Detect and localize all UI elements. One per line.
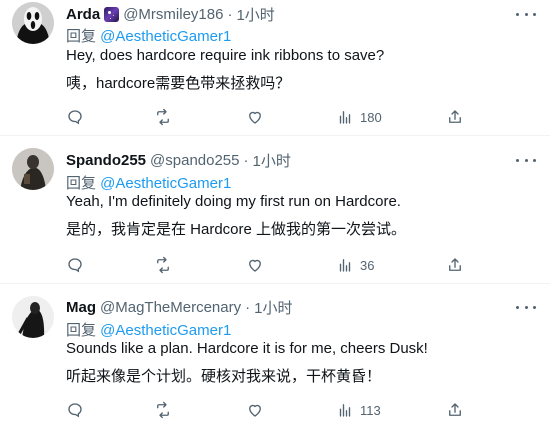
author-handle[interactable]: @Mrsmiley186 [123,6,223,23]
author-handle[interactable]: @spando255 [150,152,239,169]
views-button[interactable]: 180 [336,107,382,127]
tweet-text-en: Sounds like a plan. Hardcore it is for m… [66,340,428,357]
author-name[interactable]: Spando255 [66,152,146,169]
emoji-badge-icon [104,7,120,22]
heart-icon [249,111,261,124]
reply-mention-link[interactable]: @AestheticGamer1 [100,175,231,192]
retweet-icon [157,256,169,274]
views-count: 36 [360,257,375,273]
heart-icon [249,259,261,272]
tweet-text-zh: 是的，我肯定是在 Hardcore 上做我的第一次尝试。 [66,221,407,238]
reply-button[interactable] [66,255,84,275]
reply-prefix: 回复 [66,175,101,192]
action-bar: 36 [66,255,466,275]
retweet-icon [157,401,169,419]
reply-context: 回复 @AestheticGamer1 [66,25,231,46]
action-bar: 180 [66,107,466,127]
share-icon [449,403,461,416]
timestamp[interactable]: 1小时 [254,297,292,318]
ghostface-avatar-image [12,2,54,44]
retweet-button[interactable] [154,255,172,275]
heart-icon [249,404,261,417]
share-button[interactable] [446,255,464,275]
more-icon[interactable] [516,6,536,22]
retweet-button[interactable] [154,107,172,127]
more-icon[interactable] [516,152,536,168]
share-button[interactable] [446,400,464,420]
avatar[interactable] [12,2,54,44]
tweet-text-en: Hey, does hardcore require ink ribbons t… [66,47,385,64]
separator: · [243,152,249,169]
share-icon [449,258,461,271]
timestamp[interactable]: 1小时 [253,150,291,171]
share-button[interactable] [446,107,464,127]
separator: · [227,6,233,23]
reply-mention-link[interactable]: @AestheticGamer1 [100,322,231,339]
views-chart-icon [339,404,351,417]
reply-feed: Arda @Mrsmiley186 · 1小时 回复 @AestheticGam… [0,0,550,423]
author-handle[interactable]: @MagTheMercenary [100,299,241,316]
reply-button[interactable] [66,400,84,420]
tweet-text-zh: 听起来像是个计划。硬核对我来说，干杯黄昏！ [66,368,382,385]
tweet-spando255[interactable]: Spando255 @spando255 · 1小时 回复 @Aesthetic… [0,136,550,284]
avatar[interactable] [12,148,54,190]
like-button[interactable] [246,255,264,275]
comment-icon [68,403,82,418]
reply-context: 回复 @AestheticGamer1 [66,172,231,193]
tweet-text-zh: 咦，hardcore需要色带来拯救吗？ [66,75,291,92]
action-bar: 113 [66,400,466,420]
comment-icon [68,110,82,125]
views-button[interactable]: 113 [336,400,381,420]
reply-prefix: 回复 [66,322,101,339]
views-count: 113 [360,402,381,418]
views-button[interactable]: 36 [336,255,374,275]
more-icon[interactable] [516,299,536,315]
views-count: 180 [360,109,382,125]
separator: · [245,299,251,316]
avatar[interactable] [12,296,54,338]
like-button[interactable] [246,400,264,420]
views-chart-icon [339,111,351,124]
share-icon [449,110,461,123]
reply-prefix: 回复 [66,28,101,45]
reply-context: 回复 @AestheticGamer1 [66,319,231,340]
dark-figure-avatar-image [12,148,54,190]
retweet-button[interactable] [154,400,172,420]
author-name[interactable]: Arda [66,6,100,23]
silhouette-avatar-image [12,296,54,338]
like-button[interactable] [246,107,264,127]
views-chart-icon [339,259,351,272]
tweet-mag[interactable]: Mag @MagTheMercenary · 1小时 回复 @Aesthetic… [0,284,550,423]
reply-button[interactable] [66,107,84,127]
reply-mention-link[interactable]: @AestheticGamer1 [100,28,231,45]
retweet-icon [157,108,169,126]
comment-icon [68,258,82,273]
timestamp[interactable]: 1小时 [236,4,274,25]
tweet-text-en: Yeah, I'm definitely doing my first run … [66,193,401,210]
author-name[interactable]: Mag [66,299,96,316]
tweet-arda[interactable]: Arda @Mrsmiley186 · 1小时 回复 @AestheticGam… [0,0,550,136]
